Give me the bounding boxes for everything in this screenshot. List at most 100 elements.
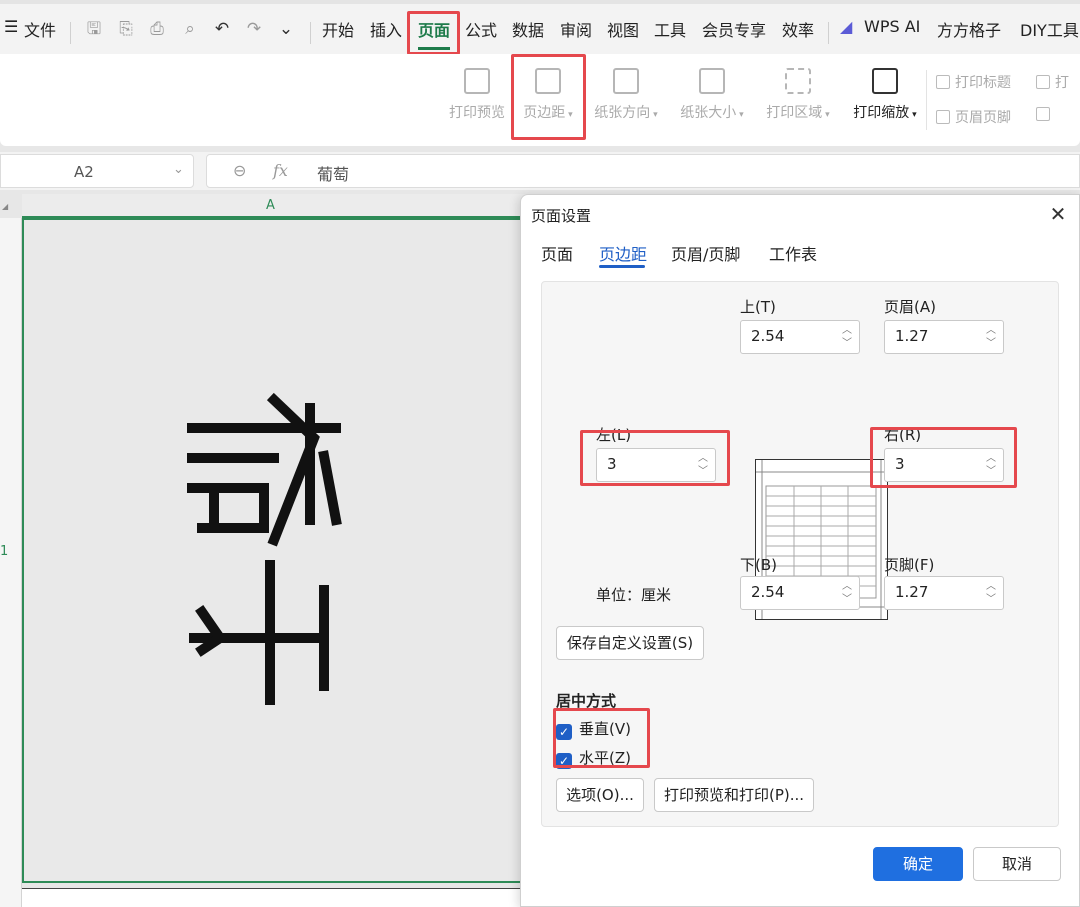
chevron-down-icon[interactable]: ⌄ <box>173 162 184 177</box>
dialog-title: 页面设置 <box>531 207 592 225</box>
redo-icon[interactable]: ↷ <box>244 19 264 39</box>
wps-ai-icon: ◢ <box>840 17 853 36</box>
print-scale-button[interactable]: 打印缩放 ▾ <box>848 68 922 122</box>
column-a-label[interactable]: A <box>266 198 275 213</box>
print-preview-icon <box>464 68 490 94</box>
unit-label: 单位：厘米 <box>596 586 672 604</box>
tab-view[interactable]: 视图 <box>607 17 639 41</box>
print-preview-button[interactable]: 打印预览 <box>446 68 508 122</box>
save-icon[interactable]: 🖫 <box>84 19 104 39</box>
paper-size-button[interactable]: 纸张大小 ▾ <box>676 68 748 122</box>
menu-bar: ☰ 文件 🖫 ⎘ ⎙ ⌕ ↶ ↷ ⌄ 开始 插入 页面 公式 数据 审阅 视图 … <box>0 0 1080 54</box>
right-margin-input[interactable]: 3 ︿ ﹀ <box>884 448 1004 482</box>
spinner-icon[interactable]: ︿ ﹀ <box>985 452 997 478</box>
name-box[interactable]: A2 ⌄ <box>0 154 194 188</box>
cell-a1[interactable] <box>22 218 522 883</box>
print-titles-button[interactable]: 打印标题 <box>936 72 1011 92</box>
checkbox-icon <box>1036 107 1050 121</box>
tab-fangfang[interactable]: 方方格子 <box>937 17 1001 41</box>
tab-margins[interactable]: 页边距 <box>599 241 647 265</box>
tab-tools[interactable]: 工具 <box>654 17 686 41</box>
tab-member[interactable]: 会员专享 <box>702 17 766 41</box>
tab-start[interactable]: 开始 <box>322 17 354 41</box>
top-margin-input[interactable]: 2.54 ︿ ﹀ <box>740 320 860 354</box>
tab-page[interactable]: 页面 <box>541 241 573 265</box>
check-icon: ✓ <box>556 724 572 740</box>
paper-size-label: 纸张大小 ▾ <box>680 105 744 121</box>
mirrored-text-graphic <box>187 392 342 705</box>
ribbon: 打印预览 页边距 ▾ 纸张方向 ▾ 纸张大小 ▾ 打印区域 ▾ 打印缩放 ▾ 打… <box>0 54 1080 146</box>
tab-header-footer[interactable]: 页眉/页脚 <box>671 241 740 265</box>
right-label: 右(R) <box>884 426 922 444</box>
file-menu[interactable]: 文件 <box>24 17 56 41</box>
divider <box>828 22 829 44</box>
glyph-stroke <box>187 483 269 533</box>
orientation-icon <box>613 68 639 94</box>
print-titles-icon <box>936 75 950 89</box>
header-footer-button[interactable]: 页眉页脚 <box>936 107 1011 127</box>
glyph-stroke <box>195 605 228 657</box>
options-button[interactable]: 选项(O)... <box>556 778 644 812</box>
tab-review[interactable]: 审阅 <box>560 17 592 41</box>
tab-page[interactable]: 页面 <box>418 17 450 41</box>
spinner-icon[interactable]: ︿ ﹀ <box>985 324 997 350</box>
spinner-icon[interactable]: ︿ ﹀ <box>841 324 853 350</box>
save-custom-button[interactable]: 保存自定义设置(S) <box>556 626 704 660</box>
active-tab-underline <box>418 47 450 50</box>
print-area-icon <box>785 68 811 94</box>
print-scale-icon <box>872 68 898 94</box>
orientation-label: 纸张方向 ▾ <box>594 105 658 121</box>
menu-icon[interactable]: ☰ <box>4 17 18 36</box>
formula-input[interactable]: ⊖ fx 葡萄 <box>206 154 1080 188</box>
formula-content: 葡萄 <box>317 165 350 184</box>
orientation-button[interactable]: 纸张方向 ▾ <box>590 68 662 122</box>
divider <box>926 70 927 130</box>
margins-panel: 上(T) 2.54 ︿ ﹀ 页眉(A) 1.27 ︿ ﹀ 左(L) 3 ︿ ﹀ … <box>541 281 1059 827</box>
row-header: 1 <box>0 218 22 907</box>
header-margin-input[interactable]: 1.27 ︿ ﹀ <box>884 320 1004 354</box>
print-heading-checkbox[interactable] <box>1036 107 1055 123</box>
active-tab-indicator <box>599 265 645 268</box>
select-all-icon[interactable]: ◢ <box>2 202 8 211</box>
tab-insert[interactable]: 插入 <box>370 17 402 41</box>
undo-icon[interactable]: ↶ <box>212 19 232 39</box>
bottom-margin-input[interactable]: 2.54 ︿ ﹀ <box>740 576 860 610</box>
paper-size-icon <box>699 68 725 94</box>
fx-icon[interactable]: fx <box>273 161 288 180</box>
tab-formula[interactable]: 公式 <box>465 17 497 41</box>
tab-diy-tools[interactable]: DIY工具 <box>1020 17 1079 41</box>
page-setup-dialog: 页面设置 ✕ 页面 页边距 页眉/页脚 工作表 上(T) 2.54 ︿ ﹀ 页眉(… <box>520 194 1080 907</box>
horizontal-center-checkbox[interactable]: ✓ 水平(Z) <box>556 747 631 769</box>
margins-button[interactable]: 页边距 ▾ <box>516 68 580 122</box>
row-1-label[interactable]: 1 <box>0 544 8 559</box>
print-preview-print-button[interactable]: 打印预览和打印(P)... <box>654 778 814 812</box>
tab-efficiency[interactable]: 效率 <box>782 17 814 41</box>
vertical-center-checkbox[interactable]: ✓ 垂直(V) <box>556 718 631 740</box>
print-gridlines-checkbox[interactable]: 打 <box>1036 72 1069 92</box>
spinner-icon[interactable]: ︿ ﹀ <box>841 580 853 606</box>
chevron-down-icon[interactable]: ⌄ <box>276 19 296 39</box>
spinner-icon[interactable]: ︿ ﹀ <box>697 452 709 478</box>
tab-worksheet[interactable]: 工作表 <box>769 241 817 265</box>
close-icon[interactable]: ✕ <box>1045 201 1071 227</box>
print-scale-label: 打印缩放 ▾ <box>853 105 917 121</box>
export-icon[interactable]: ⎘ <box>116 19 136 39</box>
margins-label: 页边距 ▾ <box>523 105 573 121</box>
cancel-button[interactable]: 取消 <box>973 847 1061 881</box>
spinner-icon[interactable]: ︿ ﹀ <box>985 580 997 606</box>
glyph-stroke <box>318 450 342 526</box>
print-area-label: 打印区域 ▾ <box>766 105 830 121</box>
ok-button[interactable]: 确定 <box>873 847 963 881</box>
tab-wps-ai[interactable]: WPS AI <box>864 17 920 36</box>
left-label: 左(L) <box>596 426 632 444</box>
left-margin-input[interactable]: 3 ︿ ﹀ <box>596 448 716 482</box>
tab-data[interactable]: 数据 <box>512 17 544 41</box>
top-label: 上(T) <box>740 298 776 316</box>
footer-margin-input[interactable]: 1.27 ︿ ﹀ <box>884 576 1004 610</box>
print-area-button[interactable]: 打印区域 ▾ <box>762 68 834 122</box>
print-icon[interactable]: ⎙ <box>147 19 167 39</box>
margins-icon <box>535 68 561 94</box>
header-footer-icon <box>936 110 950 124</box>
print-preview-icon[interactable]: ⌕ <box>180 19 200 39</box>
zoom-icon[interactable]: ⊖ <box>233 161 246 180</box>
